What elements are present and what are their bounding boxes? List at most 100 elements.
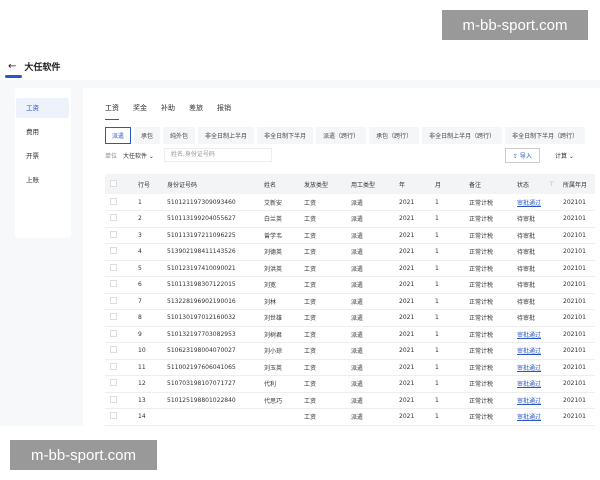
tab-travel[interactable]: 差旅 <box>189 103 203 120</box>
status-cell: 待审批 <box>512 293 558 310</box>
tab-salary[interactable]: 工资 <box>105 103 119 120</box>
row-checkbox[interactable] <box>105 408 133 426</box>
table-row[interactable]: 7 513228196902190016 刘林 工资 派遣 2021 1 正常计税 待审批 202… <box>105 293 595 310</box>
column-header: 用工类型 <box>346 174 394 194</box>
header: ← 大任软件 <box>0 52 600 80</box>
pill-filter[interactable]: 承包（跨行） <box>369 127 420 144</box>
status-cell: 待审批 <box>512 210 558 228</box>
row-checkbox[interactable] <box>105 293 133 310</box>
table-row[interactable]: 4 513902198411143526 刘德英 工资 派遣 2021 1 正常计税 待审批 20… <box>105 243 595 261</box>
pill-filter[interactable]: 非全日制下半月（跨行） <box>505 127 586 144</box>
status-cell[interactable]: 审批通过 <box>512 408 558 426</box>
status-cell: 待审批 <box>512 227 558 244</box>
table-cell: 正常计税 <box>464 243 512 261</box>
table-cell: 代思巧 <box>259 392 299 409</box>
table-cell: 202101 <box>558 293 595 310</box>
table-cell: 202101 <box>558 392 595 409</box>
row-checkbox[interactable] <box>105 326 133 343</box>
unit-select[interactable]: 大任软件 ⌄ <box>123 151 154 160</box>
table-cell: 12 <box>133 375 162 393</box>
table-cell: 202101 <box>558 326 595 343</box>
row-checkbox[interactable] <box>105 392 133 409</box>
tab-allowance[interactable]: 补助 <box>161 103 175 120</box>
status-cell[interactable]: 审批通过 <box>512 342 558 360</box>
select-all-checkbox[interactable] <box>105 174 133 194</box>
row-checkbox[interactable] <box>105 194 133 211</box>
table-cell: 6 <box>133 276 162 294</box>
table-cell: 510130197012160032 <box>162 309 259 327</box>
table-cell: 正常计税 <box>464 309 512 327</box>
row-checkbox[interactable] <box>105 243 133 261</box>
table-cell: 2021 <box>394 326 430 343</box>
table-cell: 派遣 <box>346 375 394 393</box>
status-cell: 待审批 <box>512 309 558 327</box>
status-cell[interactable]: 审批通过 <box>512 375 558 393</box>
table-cell: 1 <box>430 326 464 343</box>
table-cell: 9 <box>133 326 162 343</box>
table-row[interactable]: 2 510113199204055627 白兰英 工资 派遣 2021 1 正常计税 待审批 20… <box>105 210 595 228</box>
table-row[interactable]: 13 510125198801022840 代思巧 工资 派遣 2021 1 正常计税 审批通过… <box>105 392 595 409</box>
table-row[interactable]: 5 510123197410090021 刘洪英 工资 派遣 2021 1 正常计税 待审批 20… <box>105 260 595 277</box>
row-checkbox[interactable] <box>105 342 133 360</box>
status-filter-icon[interactable]: ⊤ <box>548 174 558 194</box>
calculate-dropdown[interactable]: 计算 ⌄ <box>555 151 574 160</box>
table-row[interactable]: 11 511002197606041065 刘玉英 工资 派遣 2021 1 正常计税 审批通过… <box>105 359 595 376</box>
import-button[interactable]: ⇪ 导入 <box>505 147 540 163</box>
pill-filter[interactable]: 派遣（跨行） <box>316 127 367 144</box>
row-checkbox[interactable] <box>105 227 133 244</box>
status-cell[interactable]: 审批通过 <box>512 359 558 376</box>
table-cell: 1 <box>430 309 464 327</box>
pill-filter[interactable]: 承包 <box>134 127 161 144</box>
salary-table: 行号 身份证号码 姓名 发放类型 用工类型年月备注 状态 ⊤ 所属年月 1 5101211973… <box>105 174 595 426</box>
pill-filter[interactable]: 非全日制下半月 <box>257 127 314 144</box>
table-cell: 工资 <box>299 408 346 426</box>
table-cell: 510132197703082953 <box>162 326 259 343</box>
table-cell: 202101 <box>558 342 595 360</box>
table-cell: 2021 <box>394 375 430 393</box>
table-row[interactable]: 10 510623198004070027 刘小琼 工资 派遣 2021 1 正常计税 审批通过… <box>105 342 595 360</box>
tab-bonus[interactable]: 奖金 <box>133 103 147 120</box>
table-cell: 工资 <box>299 375 346 393</box>
table-cell: 14 <box>133 408 162 426</box>
row-checkbox[interactable] <box>105 276 133 294</box>
row-checkbox[interactable] <box>105 375 133 393</box>
status-cell[interactable]: 审批通过 <box>512 392 558 409</box>
tab-reimburse[interactable]: 报销 <box>217 103 231 120</box>
table-cell: 刘世雄 <box>259 309 299 327</box>
table-cell: 202101 <box>558 194 595 211</box>
table-cell: 2021 <box>394 309 430 327</box>
row-checkbox[interactable] <box>105 210 133 228</box>
table-cell: 工资 <box>299 293 346 310</box>
pill-filter[interactable]: 非全日制上半月 <box>198 127 255 144</box>
pill-filter[interactable]: 非全日制上半月（跨行） <box>422 127 503 144</box>
sidebar-item-account[interactable]: 上账 <box>16 170 69 190</box>
search-input[interactable]: 姓名,身份证号码 <box>163 148 272 162</box>
table-cell: 1 <box>430 359 464 376</box>
table-cell: 1 <box>430 210 464 228</box>
table-row[interactable]: 1 510121197309093460 艾新安 工资 派遣 2021 1 正常计税 审批通过 2… <box>105 194 595 211</box>
table-row[interactable]: 14 工资 派遣 2021 1 正常计税 审批通过 202101 <box>105 408 595 426</box>
table-row[interactable]: 12 510703198107071727 代利 工资 派遣 2021 1 正常计税 审批通过 2… <box>105 375 595 393</box>
table-row[interactable]: 8 510130197012160032 刘世雄 工资 派遣 2021 1 正常计税 待审批 20… <box>105 309 595 327</box>
row-checkbox[interactable] <box>105 309 133 327</box>
back-arrow-icon[interactable]: ← <box>8 61 16 72</box>
sidebar-item-invoice[interactable]: 开票 <box>16 146 69 166</box>
sidebar-item-expense[interactable]: 费用 <box>16 122 69 142</box>
table-row[interactable]: 6 510113198307122015 刘宽 工资 派遣 2021 1 正常计税 待审批 202… <box>105 276 595 294</box>
table-cell: 正常计税 <box>464 326 512 343</box>
table-cell: 派遣 <box>346 243 394 261</box>
table-cell: 白兰英 <box>259 210 299 228</box>
status-cell[interactable]: 审批通过 <box>512 194 558 211</box>
pill-filter[interactable]: 派遣 <box>105 127 132 144</box>
pill-filter[interactable]: 纯外包 <box>163 127 196 144</box>
table-cell: 正常计税 <box>464 392 512 409</box>
row-checkbox[interactable] <box>105 260 133 277</box>
sidebar-item-salary[interactable]: 工资 <box>16 98 69 118</box>
table-row[interactable]: 3 510113197211096225 曾学韦 工资 派遣 2021 1 正常计税 待审批 20… <box>105 227 595 244</box>
table-cell: 刘树君 <box>259 326 299 343</box>
table-row[interactable]: 9 510132197703082953 刘树君 工资 派遣 2021 1 正常计税 审批通过 2… <box>105 326 595 343</box>
row-checkbox[interactable] <box>105 359 133 376</box>
status-cell: 待审批 <box>512 276 558 294</box>
status-cell[interactable]: 审批通过 <box>512 326 558 343</box>
table-cell: 派遣 <box>346 276 394 294</box>
